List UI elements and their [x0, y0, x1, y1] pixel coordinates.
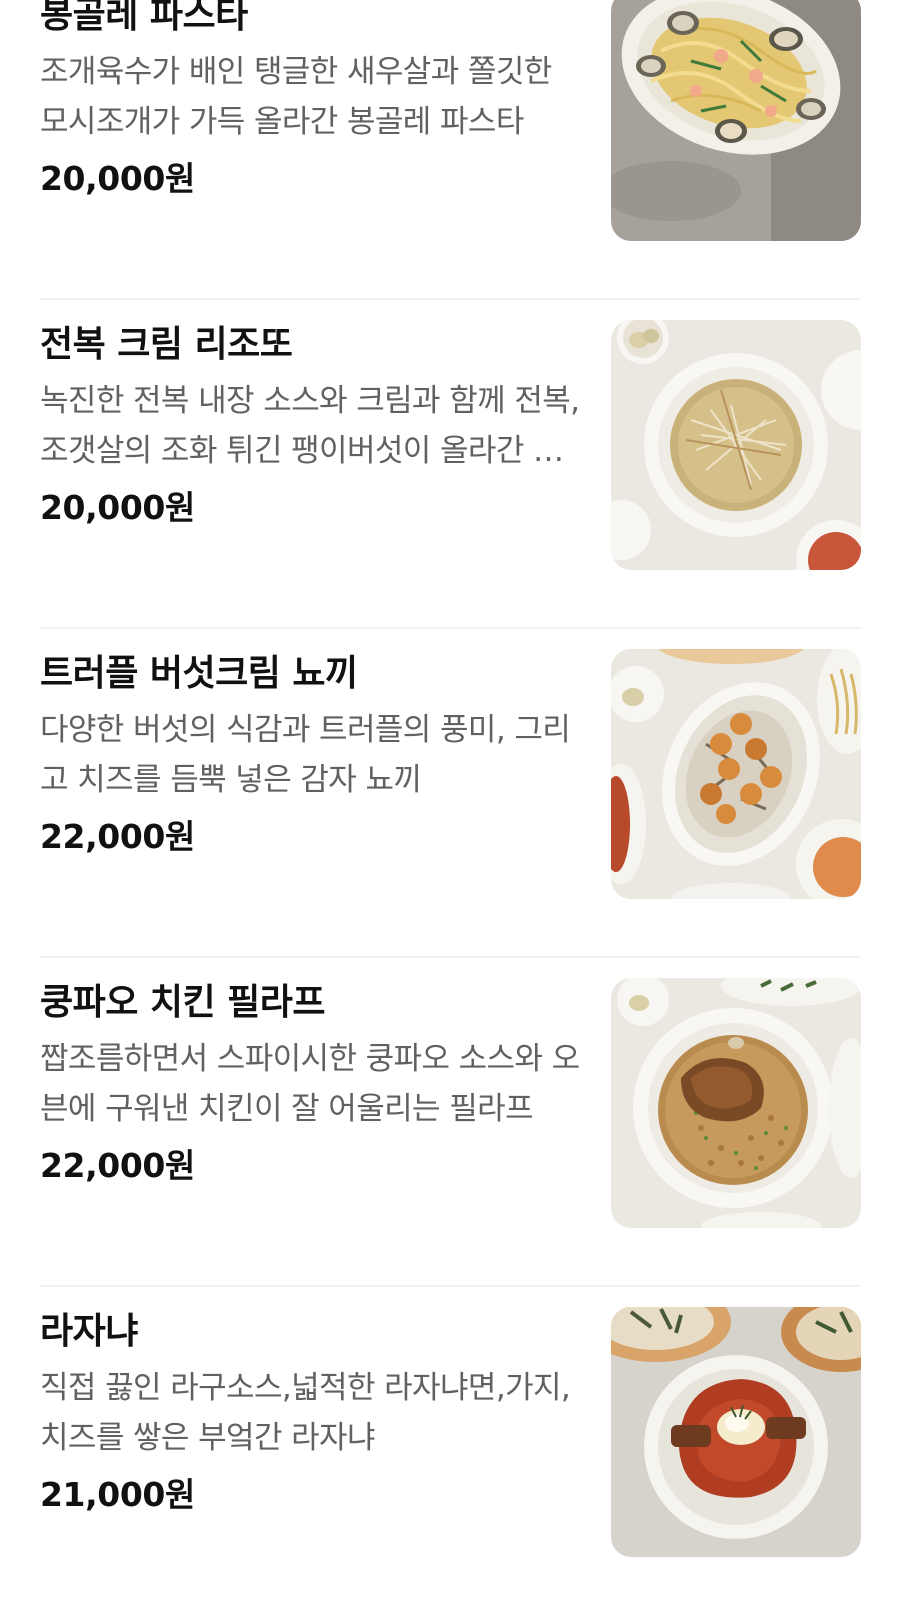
kungpao-pilaf-image: [611, 978, 861, 1228]
truffle-gnocchi-photo[interactable]: [611, 649, 861, 899]
menu-item-description: 조개육수가 배인 탱글한 새우살과 쫄깃한 모시조개가 가득 올라간 봉골레 파…: [40, 54, 552, 140]
menu-item-description: 녹진한 전복 내장 소스와 크림과 함께 전복,조갯살의 조화 튀긴 팽이버섯이…: [40, 383, 580, 469]
menu-item-description: 직접 끓인 라구소스,넓적한 라자냐면,가지,치즈를 쌓은 부엌간 라자냐: [40, 1370, 571, 1456]
vongole-pasta-image: [611, 0, 861, 241]
menu-item-name: 쿵파오 치킨 필라프: [40, 982, 326, 1023]
lasagna-photo[interactable]: [611, 1307, 861, 1557]
menu-item[interactable]: 전복 크림 리조또 녹진한 전복 내장 소스와 크림과 함께 전복,조갯살의 조…: [39, 300, 861, 629]
menu-item-name: 트러플 버섯크림 뇨끼: [40, 653, 358, 694]
lasagna-image: [611, 1307, 861, 1557]
menu-item[interactable]: 봉골레 파스타 조개육수가 배인 탱글한 새우살과 쫄깃한 모시조개가 가득 올…: [39, 0, 861, 300]
menu-item-price: 22,000원: [40, 1146, 195, 1185]
menu-item-text: 라자냐 직접 끓인 라구소스,넓적한 라자냐면,가지,치즈를 쌓은 부엌간 라자…: [40, 1307, 580, 1519]
menu-item-description: 짭조름하면서 스파이시한 쿵파오 소스와 오븐에 구워낸 치킨이 잘 어울리는 …: [40, 1041, 580, 1127]
menu-item-name: 전복 크림 리조또: [40, 324, 293, 365]
menu-item[interactable]: 쿵파오 치킨 필라프 짭조름하면서 스파이시한 쿵파오 소스와 오븐에 구워낸 …: [39, 958, 861, 1287]
menu-item-text: 봉골레 파스타 조개육수가 배인 탱글한 새우살과 쫄깃한 모시조개가 가득 올…: [40, 0, 580, 203]
kungpao-pilaf-photo[interactable]: [611, 978, 861, 1228]
menu-item-text: 전복 크림 리조또 녹진한 전복 내장 소스와 크림과 함께 전복,조갯살의 조…: [40, 320, 580, 532]
menu-item-name: 봉골레 파스타: [40, 0, 248, 36]
menu-item-price: 20,000원: [40, 488, 195, 527]
abalone-risotto-image: [611, 320, 861, 570]
menu-item-price: 21,000원: [40, 1475, 195, 1514]
menu-list: 봉골레 파스타 조개육수가 배인 탱글한 새우살과 쫄깃한 모시조개가 가득 올…: [0, 0, 900, 1616]
abalone-risotto-photo[interactable]: [611, 320, 861, 570]
vongole-pasta-photo[interactable]: [611, 0, 861, 241]
menu-item-price: 20,000원: [40, 159, 195, 198]
menu-item-description: 다양한 버섯의 식감과 트러플의 풍미, 그리고 치즈를 듬뿍 넣은 감자 뇨끼: [40, 712, 571, 798]
menu-item[interactable]: 트러플 버섯크림 뇨끼 다양한 버섯의 식감과 트러플의 풍미, 그리고 치즈를…: [39, 629, 861, 958]
menu-item[interactable]: 라자냐 직접 끓인 라구소스,넓적한 라자냐면,가지,치즈를 쌓은 부엌간 라자…: [39, 1287, 861, 1616]
menu-item-text: 쿵파오 치킨 필라프 짭조름하면서 스파이시한 쿵파오 소스와 오븐에 구워낸 …: [40, 978, 580, 1190]
menu-item-price: 22,000원: [40, 817, 195, 856]
menu-item-name: 라자냐: [40, 1311, 138, 1352]
menu-item-text: 트러플 버섯크림 뇨끼 다양한 버섯의 식감과 트러플의 풍미, 그리고 치즈를…: [40, 649, 580, 861]
truffle-gnocchi-image: [611, 649, 861, 899]
